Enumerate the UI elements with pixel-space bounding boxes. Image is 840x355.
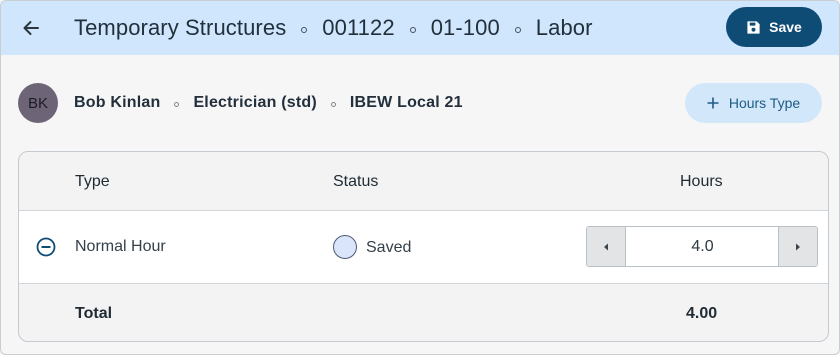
breadcrumb-category: Labor <box>535 15 593 40</box>
increment-button[interactable] <box>778 227 817 266</box>
hours-table: Type Status Hours Normal Hour Saved 4.0 <box>18 151 829 342</box>
back-button[interactable] <box>15 12 47 44</box>
avatar: BK <box>18 83 58 123</box>
status-indicator <box>333 235 357 259</box>
arrow-left-icon <box>23 21 39 35</box>
table-row: Normal Hour Saved 4.0 <box>19 211 828 284</box>
add-hours-type-button[interactable]: Hours Type <box>685 83 822 123</box>
column-header-status: Status <box>333 173 379 190</box>
caret-left-icon <box>604 243 608 250</box>
save-button[interactable]: Save <box>726 7 822 47</box>
column-header-type: Type <box>75 173 110 190</box>
breadcrumb-separator <box>514 27 521 33</box>
total-label: Total <box>75 305 113 322</box>
worker-info-separator <box>330 101 336 107</box>
breadcrumb-project: Temporary Structures <box>74 15 287 40</box>
remove-circle-icon[interactable] <box>36 237 56 257</box>
worker-info: BK Bob Kinlan Electrician (std) IBEW Loc… <box>18 83 463 123</box>
worker-union: IBEW Local 21 <box>349 94 463 111</box>
save-button-label: Save <box>769 19 802 35</box>
column-header-hours: Hours <box>680 173 723 190</box>
add-hours-type-label: Hours Type <box>728 95 801 111</box>
hours-stepper: 4.0 <box>586 226 818 267</box>
table-header: Type Status Hours <box>19 152 828 211</box>
breadcrumb: Temporary Structures 001122 01-100 Labor <box>74 1 593 55</box>
plus-icon <box>707 97 719 109</box>
labor-entry-panel: Temporary Structures 001122 01-100 Labor… <box>0 0 840 355</box>
breadcrumb-separator <box>409 27 416 33</box>
row-status: Saved <box>366 239 412 256</box>
breadcrumb-cost-code: 01-100 <box>430 15 500 40</box>
breadcrumb-job-number: 001122 <box>322 15 395 40</box>
worker-role: Electrician (std) <box>193 94 317 111</box>
worker-name: Bob Kinlan <box>74 94 161 111</box>
decrement-button[interactable] <box>587 227 626 266</box>
hours-input[interactable]: 4.0 <box>627 227 778 266</box>
header-bar: Temporary Structures 001122 01-100 Labor… <box>1 1 839 55</box>
total-hours-value: 4.00 <box>686 305 718 322</box>
breadcrumb-separator <box>301 27 308 33</box>
total-row: Total 4.00 <box>19 284 828 341</box>
worker-info-separator <box>174 101 180 107</box>
row-type: Normal Hour <box>75 238 166 255</box>
caret-right-icon <box>796 243 800 250</box>
floppy-disk-icon <box>747 20 760 34</box>
